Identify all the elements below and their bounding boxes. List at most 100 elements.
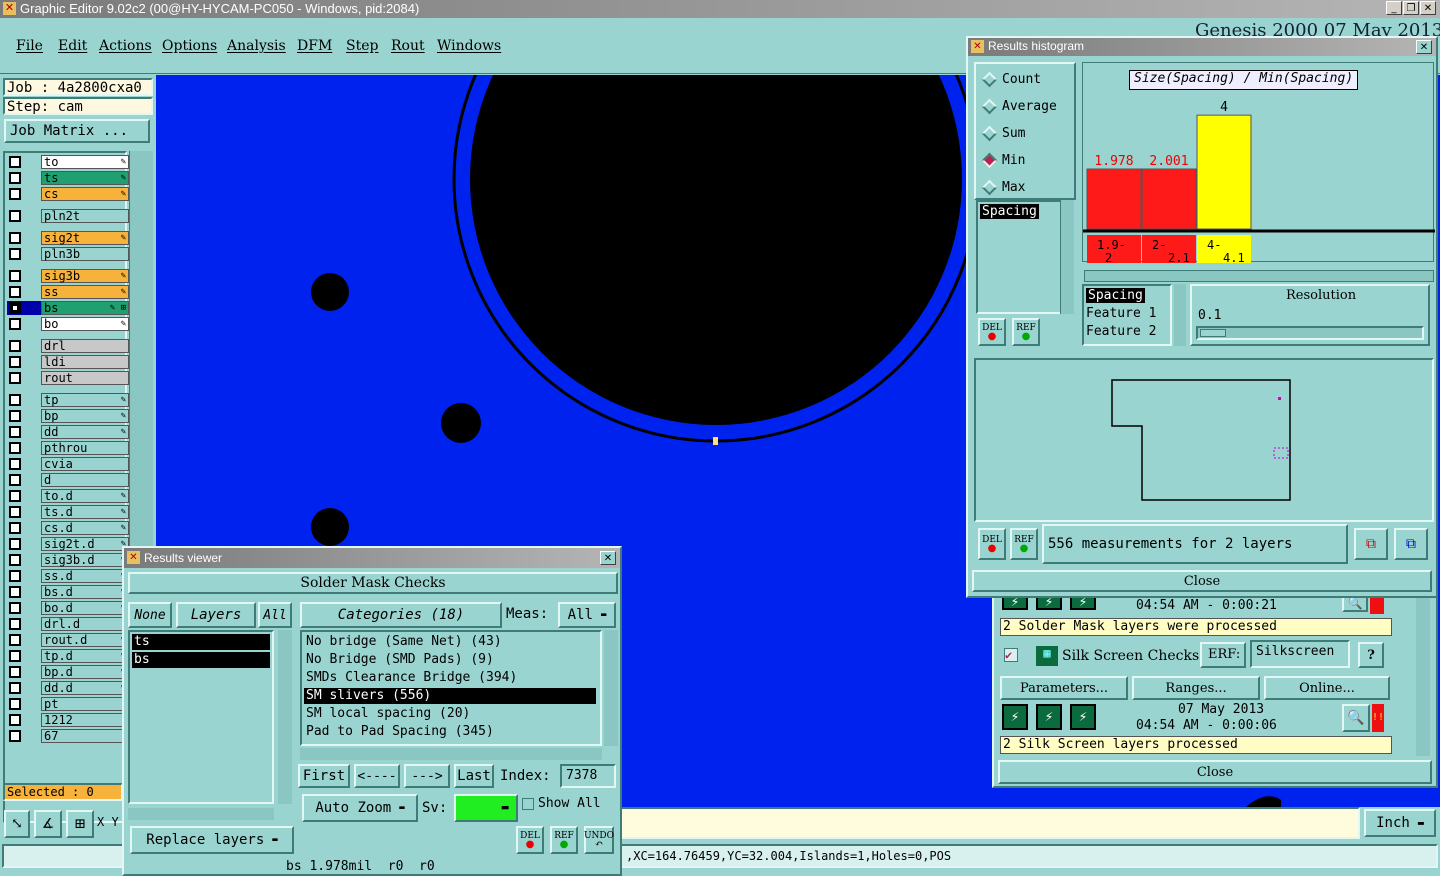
hist-del-button[interactable]: DEL ● bbox=[978, 318, 1006, 346]
zoom-result-button[interactable]: 🔍 bbox=[1342, 704, 1370, 732]
resolution-slider[interactable] bbox=[1196, 326, 1424, 340]
layer-row[interactable]: ss.d✎ bbox=[7, 569, 129, 583]
layer-row[interactable]: rout.d✎ bbox=[7, 633, 129, 647]
menu-rout[interactable]: Rout bbox=[391, 38, 425, 54]
layer-row[interactable]: bo ✎ bbox=[7, 317, 129, 331]
layer-name[interactable]: pln2t bbox=[41, 209, 129, 223]
layer-row[interactable]: drl.d bbox=[7, 617, 129, 631]
preview-del-button[interactable]: DEL ● bbox=[978, 528, 1006, 560]
auto-zoom-dropdown[interactable]: Auto Zoom ▬ bbox=[302, 794, 418, 822]
layer-row[interactable]: pln3b bbox=[7, 247, 129, 261]
radio-icon[interactable] bbox=[981, 179, 998, 196]
layer-row[interactable]: 1212 bbox=[7, 713, 129, 727]
command-line[interactable] bbox=[620, 807, 1360, 839]
layer-checkbox[interactable] bbox=[9, 538, 21, 550]
layer-name[interactable]: d bbox=[41, 473, 129, 487]
list-item[interactable]: Spacing bbox=[980, 204, 1039, 219]
layer-checkbox[interactable] bbox=[9, 586, 21, 598]
online-button[interactable]: Online... bbox=[1264, 676, 1390, 700]
erf-field[interactable]: Silkscreen bbox=[1250, 640, 1350, 668]
layer-row[interactable]: ldi bbox=[7, 355, 129, 369]
layer-row[interactable]: to.d ✎ bbox=[7, 489, 129, 503]
stat-radio-sum[interactable]: Sum bbox=[981, 124, 1072, 144]
layer-row[interactable]: cvia bbox=[7, 457, 129, 471]
layer-name[interactable]: drl bbox=[41, 339, 129, 353]
severity-dropdown[interactable]: ▬ bbox=[454, 794, 518, 822]
column-feature1[interactable]: Feature 1 bbox=[1086, 306, 1156, 321]
layers-button[interactable]: Layers bbox=[176, 602, 256, 628]
menu-edit[interactable]: Edit bbox=[58, 38, 87, 54]
replace-layers-dropdown[interactable]: Replace layers ▬ bbox=[130, 826, 294, 854]
layer-name[interactable]: cvia bbox=[41, 457, 129, 471]
grid-tool-button[interactable]: ⊞ bbox=[66, 810, 94, 838]
layer-row[interactable]: bs ✎ ⊞ bbox=[7, 301, 129, 315]
slider-thumb[interactable] bbox=[1200, 329, 1226, 337]
category-hscrollbar[interactable] bbox=[300, 748, 602, 760]
layer-row[interactable]: cs.d ✎ bbox=[7, 521, 129, 535]
menu-analysis[interactable]: Analysis bbox=[227, 38, 286, 54]
layer-name[interactable]: tp ✎ bbox=[41, 393, 129, 407]
column-list-scrollbar[interactable] bbox=[1174, 284, 1186, 346]
categories-button[interactable]: Categories (18) bbox=[300, 602, 502, 628]
layer-checkbox[interactable] bbox=[9, 474, 21, 486]
job-matrix-button[interactable]: Job Matrix ... bbox=[4, 119, 150, 143]
run-icon-5[interactable]: ⚡ bbox=[1036, 704, 1062, 730]
layer-row[interactable]: pt bbox=[7, 697, 129, 711]
layer-checkbox[interactable] bbox=[9, 394, 21, 406]
layer-checkbox[interactable] bbox=[9, 232, 21, 244]
rv-layer-item[interactable]: bs bbox=[132, 652, 270, 668]
category-item[interactable]: SM slivers (556) bbox=[304, 688, 596, 704]
layer-checkbox[interactable] bbox=[9, 270, 21, 282]
index-field[interactable]: 7378 bbox=[560, 764, 616, 788]
histogram-scrollbar[interactable] bbox=[1084, 270, 1434, 282]
menu-dfm[interactable]: DFM bbox=[297, 38, 332, 54]
layer-checkbox[interactable] bbox=[9, 730, 21, 742]
layer-name[interactable]: ss ✎ bbox=[41, 285, 129, 299]
layer-name[interactable]: dd ✎ bbox=[41, 425, 129, 439]
layer-name[interactable]: ss.d✎ bbox=[41, 569, 129, 583]
layer-checkbox[interactable] bbox=[9, 248, 21, 260]
histogram-close-x[interactable]: ✕ bbox=[1416, 40, 1432, 54]
category-item[interactable]: Pad to Pad Spacing (345) bbox=[304, 724, 596, 740]
menu-file[interactable]: File bbox=[16, 38, 43, 54]
stat-radio-max[interactable]: Max bbox=[981, 178, 1072, 198]
layer-checkbox[interactable] bbox=[9, 666, 21, 678]
layer-name[interactable]: bo.d✎ bbox=[41, 601, 129, 615]
minimize-button[interactable]: _ bbox=[1386, 1, 1402, 15]
layer-name[interactable]: 1212 bbox=[41, 713, 129, 727]
hist-ref-button[interactable]: REF ● bbox=[1012, 318, 1040, 346]
layer-name[interactable]: sig2t ✎ bbox=[41, 231, 129, 245]
meas-dropdown[interactable]: All ▬ bbox=[558, 602, 616, 628]
layer-name[interactable]: dd.d✎ bbox=[41, 681, 129, 695]
unit-dropdown[interactable]: Inch ▬ bbox=[1364, 809, 1436, 837]
layer-row[interactable]: bp ✎ bbox=[7, 409, 129, 423]
layer-checkbox[interactable] bbox=[9, 458, 21, 470]
restore-button[interactable]: ❐ bbox=[1403, 1, 1419, 15]
layer-checkbox[interactable] bbox=[9, 172, 21, 184]
layer-checkbox[interactable] bbox=[9, 356, 21, 368]
radio-icon[interactable] bbox=[981, 71, 998, 88]
layer-checkbox[interactable] bbox=[9, 372, 21, 384]
menu-step[interactable]: Step bbox=[346, 38, 378, 54]
column-feature2[interactable]: Feature 2 bbox=[1086, 324, 1156, 339]
rv-del-button[interactable]: DEL ● bbox=[516, 826, 544, 854]
category-item[interactable]: No bridge (Same Net) (43) bbox=[304, 634, 596, 650]
layer-checkbox[interactable] bbox=[9, 188, 21, 200]
help-button[interactable]: ? bbox=[1358, 642, 1384, 668]
layer-name[interactable]: pln3b bbox=[41, 247, 129, 261]
layer-checkbox[interactable] bbox=[9, 442, 21, 454]
layer-row[interactable]: bs.d✎ bbox=[7, 585, 129, 599]
layer-name[interactable]: bo ✎ bbox=[41, 317, 129, 331]
category-item[interactable]: SMDs Clearance Bridge (394) bbox=[304, 670, 596, 686]
layer-row[interactable]: tp ✎ bbox=[7, 393, 129, 407]
last-button[interactable]: Last bbox=[454, 764, 494, 788]
histogram-bar[interactable] bbox=[1086, 168, 1142, 230]
layer-checkbox[interactable] bbox=[9, 634, 21, 646]
layer-row[interactable]: sig2t.d ✎ bbox=[7, 537, 129, 551]
layer-name[interactable]: to.d ✎ bbox=[41, 489, 129, 503]
layer-checkbox[interactable] bbox=[9, 570, 21, 582]
checklist-close-button[interactable]: Close bbox=[998, 760, 1432, 784]
results-viewer-close-x[interactable]: ✕ bbox=[600, 551, 616, 565]
next-button[interactable]: ---> bbox=[404, 764, 450, 788]
none-button[interactable]: None bbox=[128, 602, 172, 628]
